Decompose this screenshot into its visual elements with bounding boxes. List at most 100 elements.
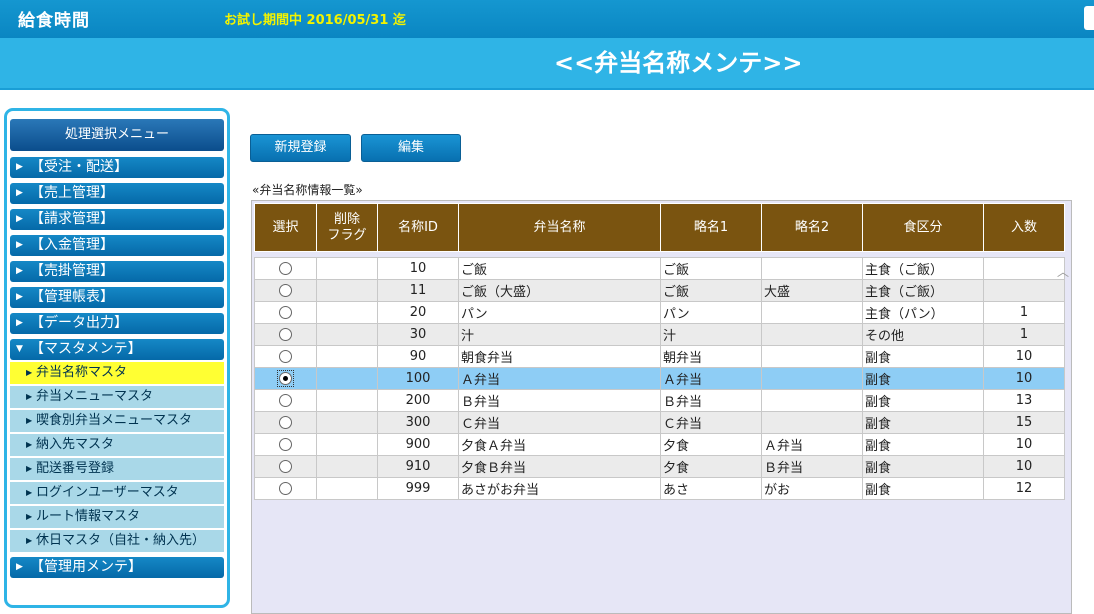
cell-delete-flag — [316, 367, 378, 390]
row-select-radio[interactable] — [279, 438, 292, 451]
cell-select[interactable] — [254, 257, 317, 280]
cell-category: 主食（パン） — [862, 301, 984, 324]
cell-select[interactable] — [254, 301, 317, 324]
triangle-right-icon: ▶ — [16, 214, 23, 224]
row-select-radio[interactable] — [279, 262, 292, 275]
sidebar-category-orders[interactable]: ▶ 【受注・配送】 — [10, 157, 224, 178]
cell-select[interactable] — [254, 455, 317, 478]
row-select-radio[interactable] — [279, 482, 292, 495]
cell-abbr1: Ａ弁当 — [660, 367, 762, 390]
triangle-down-icon: ▼ — [16, 344, 23, 354]
triangle-right-icon: ▶ — [16, 162, 23, 172]
row-select-radio[interactable] — [279, 306, 292, 319]
cell-delete-flag — [316, 257, 378, 280]
table-row[interactable]: 300 Ｃ弁当 Ｃ弁当 副食 15 — [254, 411, 1065, 434]
cell-bento-name: Ｃ弁当 — [458, 411, 661, 434]
sidebar-category-admin[interactable]: ▶ 【管理用メンテ】 — [10, 557, 224, 578]
triangle-right-icon: ▶ — [26, 440, 33, 449]
cell-abbr2 — [761, 367, 863, 390]
sidebar-category-data-export[interactable]: ▶ 【データ出力】 — [10, 313, 224, 334]
sidebar-category-reports[interactable]: ▶ 【管理帳表】 — [10, 287, 224, 308]
sidebar-item-holiday-master[interactable]: ▶ 休日マスタ（自社・納入先） — [10, 530, 224, 552]
table-row[interactable]: 10 ご飯 ご飯 主食（ご飯） — [254, 257, 1065, 280]
cell-select[interactable] — [254, 323, 317, 346]
sidebar-category-master[interactable]: ▼ 【マスタメンテ】 — [10, 339, 224, 360]
header-delete-flag-line2: フラグ — [327, 227, 367, 243]
cell-abbr2 — [761, 301, 863, 324]
subitem-label: 配送番号登録 — [36, 461, 115, 476]
table-row[interactable]: 100 Ａ弁当 Ａ弁当 副食 10 — [254, 367, 1065, 390]
row-select-radio[interactable] — [279, 284, 292, 297]
category-label: 【売上管理】 — [30, 185, 114, 201]
cell-name-id: 900 — [377, 433, 459, 456]
triangle-right-icon: ▶ — [26, 392, 33, 401]
cell-category: 副食 — [862, 345, 984, 368]
sidebar-category-receivables[interactable]: ▶ 【売掛管理】 — [10, 261, 224, 282]
cell-quantity: 15 — [983, 411, 1065, 434]
sidebar-category-payments[interactable]: ▶ 【入金管理】 — [10, 235, 224, 256]
subitem-label: ルート情報マスタ — [36, 509, 141, 524]
sidebar-item-bento-name-master[interactable]: ▶ 弁当名称マスタ — [10, 362, 224, 384]
category-label: 【マスタメンテ】 — [30, 341, 142, 357]
cell-quantity: 13 — [983, 389, 1065, 412]
header-select: 選択 — [254, 203, 317, 252]
cell-select[interactable] — [254, 477, 317, 500]
cell-select[interactable] — [254, 279, 317, 302]
row-select-radio[interactable] — [279, 394, 292, 407]
sidebar-category-sales[interactable]: ▶ 【売上管理】 — [10, 183, 224, 204]
edit-button[interactable]: 編集 — [361, 134, 461, 162]
table-row[interactable]: 200 Ｂ弁当 Ｂ弁当 副食 13 — [254, 389, 1065, 412]
triangle-right-icon: ▶ — [26, 464, 33, 473]
header-delete-flag-line1: 削除 — [333, 211, 360, 227]
cell-delete-flag — [316, 301, 378, 324]
table-row[interactable]: 30 汁汁その他 1 — [254, 323, 1065, 346]
cell-select[interactable] — [254, 411, 317, 434]
header-category: 食区分 — [862, 203, 984, 252]
cell-abbr2 — [761, 323, 863, 346]
sidebar-item-bento-menu-master[interactable]: ▶ 弁当メニューマスタ — [10, 386, 224, 408]
table-row[interactable]: 900 夕食Ａ弁当 夕食 Ａ弁当 副食 10 — [254, 433, 1065, 456]
new-register-button[interactable]: 新規登録 — [250, 134, 351, 162]
table-row[interactable]: 11 ご飯（大盛） ご飯 大盛 主食（ご飯） — [254, 279, 1065, 302]
cell-abbr2 — [761, 411, 863, 434]
cell-select[interactable] — [254, 345, 317, 368]
cell-select[interactable] — [254, 433, 317, 456]
cell-abbr1: あさ — [660, 477, 762, 500]
cell-name-id: 11 — [377, 279, 459, 302]
cell-bento-name: あさがお弁当 — [458, 477, 661, 500]
row-select-radio[interactable] — [279, 372, 292, 385]
cell-bento-name: Ｂ弁当 — [458, 389, 661, 412]
header-abbr2: 略名2 — [761, 203, 863, 252]
sidebar-item-delivery-number[interactable]: ▶ 配送番号登録 — [10, 458, 224, 480]
cell-select[interactable] — [254, 389, 317, 412]
sidebar-item-login-user-master[interactable]: ▶ ログインユーザーマスタ — [10, 482, 224, 504]
row-select-radio[interactable] — [279, 328, 292, 341]
cell-select[interactable] — [254, 367, 317, 390]
subitem-label: 弁当メニューマスタ — [36, 389, 154, 404]
triangle-right-icon: ▶ — [26, 416, 33, 425]
table-row[interactable]: 910 夕食Ｂ弁当 夕食 Ｂ弁当 副食 10 — [254, 455, 1065, 478]
sidebar-menu: 処理選択メニュー ▶ 【受注・配送】 ▶ 【売上管理】 ▶ 【請求管理】 ▶ 【入金管理… — [4, 108, 230, 608]
cell-quantity: 1 — [983, 301, 1065, 324]
sidebar-item-route-master[interactable]: ▶ ルート情報マスタ — [10, 506, 224, 528]
table-row[interactable]: 90 朝食弁当 朝弁当 副食 10 — [254, 345, 1065, 368]
cell-delete-flag — [316, 433, 378, 456]
row-select-radio[interactable] — [279, 350, 292, 363]
row-select-radio[interactable] — [279, 416, 292, 429]
cell-name-id: 200 — [377, 389, 459, 412]
table-row[interactable]: 20 パン パン 主食（パン） 1 — [254, 301, 1065, 324]
cell-quantity: 12 — [983, 477, 1065, 500]
cell-bento-name: 夕食Ａ弁当 — [458, 433, 661, 456]
cell-abbr1: ご飯 — [660, 279, 762, 302]
cell-bento-name: パン — [458, 301, 661, 324]
sidebar-category-billing[interactable]: ▶ 【請求管理】 — [10, 209, 224, 230]
scroll-up-icon[interactable]: ︿ — [1057, 263, 1069, 280]
sidebar-item-delivery-dest-master[interactable]: ▶ 納入先マスタ — [10, 434, 224, 456]
sidebar-item-meal-bento-menu-master[interactable]: ▶ 喫食別弁当メニューマスタ — [10, 410, 224, 432]
subitem-label: 喫食別弁当メニューマスタ — [36, 413, 193, 428]
subitem-label: 納入先マスタ — [36, 437, 115, 452]
top-right-control[interactable] — [1084, 6, 1094, 30]
table-row[interactable]: 999 あさがお弁当 あさ がお 副食 12 — [254, 477, 1065, 500]
row-select-radio[interactable] — [279, 460, 292, 473]
cell-bento-name: ご飯（大盛） — [458, 279, 661, 302]
